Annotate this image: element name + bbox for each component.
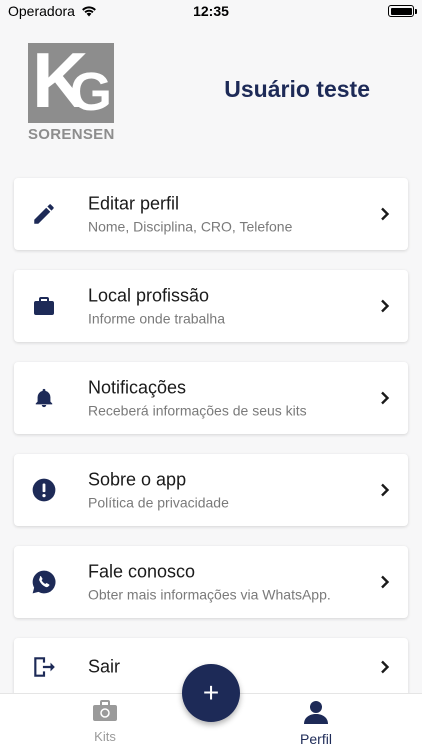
logo-mark: K G [28, 43, 114, 123]
menu-item-work-location[interactable]: Local profissão Informe onde trabalha [14, 270, 408, 342]
menu-item-contact-us[interactable]: Fale conosco Obter mais informações via … [14, 546, 408, 618]
info-circle-icon [30, 476, 58, 504]
briefcase-icon [30, 292, 58, 320]
add-kit-button[interactable]: + [182, 664, 240, 722]
carrier-label: Operadora [8, 3, 75, 19]
chevron-right-icon [381, 660, 390, 674]
battery-icon [388, 5, 417, 17]
menu-item-subtitle: Política de privacidade [88, 494, 229, 511]
menu-item-subtitle: Informe onde trabalha [88, 310, 225, 327]
user-icon [304, 701, 328, 724]
logo-wordmark: SORENSEN [28, 126, 115, 143]
tab-perfil-label: Perfil [300, 731, 332, 747]
kg-sorensen-logo: K G SORENSEN [28, 43, 116, 143]
tab-kits-label: Kits [94, 729, 116, 744]
tab-kits[interactable]: Kits [55, 700, 155, 744]
pencil-icon [30, 200, 58, 228]
menu-item-title: Notificações [88, 377, 187, 398]
menu-item-subtitle: Obter mais informações via WhatsApp. [88, 586, 331, 603]
chevron-right-icon [381, 483, 390, 497]
toolbox-icon [93, 700, 117, 721]
whatsapp-icon [30, 568, 58, 596]
status-left: Operadora [8, 3, 97, 19]
menu-item-about-app[interactable]: Sobre o app Política de privacidade [14, 454, 408, 526]
profile-header: K G SORENSEN Usuário teste [0, 40, 422, 150]
wifi-icon [82, 6, 96, 17]
user-name: Usuário teste [224, 76, 370, 102]
chevron-right-icon [381, 299, 390, 313]
menu-item-title: Local profissão [88, 285, 210, 306]
chevron-right-icon [381, 575, 390, 589]
menu-item-title: Sair [88, 656, 121, 677]
menu-item-title: Sobre o app [88, 469, 187, 490]
menu-item-title: Editar perfil [88, 193, 180, 214]
logout-icon [30, 653, 58, 681]
status-bar: Operadora 12:35 [0, 0, 422, 22]
chevron-right-icon [381, 391, 390, 405]
profile-menu: Editar perfil Nome, Disciplina, CRO, Tel… [14, 178, 408, 716]
bell-icon [30, 384, 58, 412]
chevron-right-icon [381, 207, 390, 221]
menu-item-notifications[interactable]: Notificações Receberá informações de seu… [14, 362, 408, 434]
tab-perfil[interactable]: Perfil [266, 700, 366, 747]
menu-item-edit-profile[interactable]: Editar perfil Nome, Disciplina, CRO, Tel… [14, 178, 408, 250]
plus-icon: + [202, 677, 220, 708]
menu-item-subtitle: Nome, Disciplina, CRO, Telefone [88, 218, 293, 235]
menu-item-title: Fale conosco [88, 561, 196, 582]
menu-item-subtitle: Receberá informações de seus kits [88, 402, 307, 419]
